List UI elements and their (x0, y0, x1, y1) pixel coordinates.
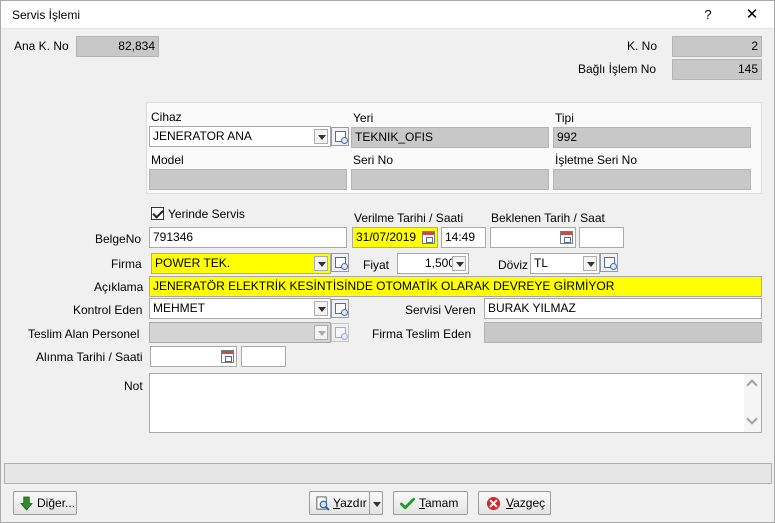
bagli-islem-no-label: Bağlı İşlem No (578, 62, 657, 76)
servisi-veren-input[interactable]: BURAK YILMAZ (484, 298, 762, 319)
k-no-field: 2 (672, 36, 762, 57)
print-preview-icon (316, 496, 330, 511)
not-label: Not (124, 379, 143, 393)
cancel-icon (486, 496, 501, 511)
scroll-up-icon[interactable] (746, 379, 758, 391)
status-bar (4, 463, 772, 484)
firma-label: Firma (111, 257, 142, 271)
verilme-date-input[interactable]: 31/07/2019 (352, 227, 438, 248)
doviz-lookup-icon[interactable] (600, 253, 618, 272)
aciklama-label: Açıklama (94, 280, 144, 294)
yazdir-button-label: Yazdır (333, 496, 367, 510)
model-label: Model (151, 153, 184, 167)
calendar-icon[interactable] (221, 350, 234, 363)
doviz-label: Döviz (498, 258, 529, 272)
teslim-alan-label: Teslim Alan Personel (28, 327, 140, 341)
seri-no-label: Seri No (353, 153, 394, 167)
alinma-time-input[interactable] (241, 346, 286, 367)
firma-teslim-eden-label: Firma Teslim Eden (372, 327, 472, 341)
cihaz-lookup-icon[interactable] (331, 127, 349, 146)
yeri-field: TEKNIK_OFIS (351, 127, 549, 148)
cihaz-combo[interactable]: JENERATOR ANA (149, 126, 331, 147)
verilme-time-input[interactable]: 14:49 (441, 227, 486, 248)
close-button[interactable]: ✕ (730, 1, 774, 29)
firma-value: POWER TEK. (155, 256, 231, 270)
fiyat-label: Fiyat (363, 258, 390, 272)
firma-dropdown-icon[interactable] (314, 256, 328, 271)
diger-button[interactable]: Diğer... (13, 491, 77, 515)
title-bar: Servis İşlemi ? ✕ (1, 1, 774, 29)
teslim-alan-dropdown-icon (314, 325, 328, 340)
arrow-down-icon (20, 496, 33, 511)
cihaz-label: Cihaz (151, 110, 182, 124)
yazdir-menu-button[interactable] (369, 491, 383, 515)
calendar-icon[interactable] (422, 231, 435, 244)
vazgec-button[interactable]: Vazgeç (478, 491, 551, 515)
belge-no-label: BelgeNo (95, 232, 142, 246)
doviz-value: TL (534, 256, 549, 270)
yazdir-button[interactable]: Yazdır (309, 491, 370, 515)
calendar-icon[interactable] (560, 231, 573, 244)
cihaz-dropdown-icon[interactable] (314, 129, 328, 144)
ana-k-no-field: 82,834 (76, 36, 159, 57)
kontrol-eden-lookup-icon[interactable] (331, 299, 349, 318)
belge-no-input[interactable]: 791346 (149, 227, 347, 248)
firma-teslim-eden-field (484, 322, 762, 343)
scroll-down-icon[interactable] (746, 413, 758, 425)
fiyat-value: 1,500 (424, 256, 455, 270)
servisi-veren-label: Servisi Veren (405, 303, 476, 317)
doviz-combo[interactable]: TL (530, 253, 600, 274)
beklenen-date-input[interactable] (490, 227, 576, 248)
firma-combo[interactable]: POWER TEK. (151, 253, 331, 274)
beklenen-time-input[interactable] (579, 227, 624, 248)
isletme-seri-no-label: İşletme Seri No (555, 153, 638, 167)
verilme-label: Verilme Tarihi / Saati (354, 211, 464, 225)
not-scrollbar[interactable] (744, 374, 761, 432)
kontrol-eden-dropdown-icon[interactable] (314, 301, 328, 316)
window-title: Servis İşlemi (12, 8, 81, 22)
fiyat-dropdown-icon[interactable] (452, 256, 466, 271)
vazgec-button-label: Vazgeç (506, 496, 546, 510)
alinma-label: Alınma Tarihi / Saati (36, 350, 143, 364)
help-button[interactable]: ? (686, 1, 730, 29)
yerinde-servis-label: Yerinde Servis (168, 207, 245, 221)
cihaz-value: JENERATOR ANA (153, 129, 252, 143)
tamam-button-label: Tamam (419, 496, 459, 510)
tamam-button[interactable]: Tamam (393, 491, 468, 515)
model-field (149, 169, 347, 190)
dialog-window: Servis İşlemi ? ✕ Ana K. No 82,834 K. No… (0, 0, 775, 523)
verilme-date-value: 31/07/2019 (356, 230, 417, 244)
checkmark-icon (400, 497, 415, 510)
chevron-down-icon (373, 502, 381, 507)
yerinde-servis-checkbox[interactable] (151, 207, 164, 220)
kontrol-eden-value: MEHMET (153, 301, 205, 315)
bagli-islem-no-field: 145 (672, 59, 762, 80)
tipi-field: 992 (553, 127, 751, 148)
firma-lookup-icon[interactable] (331, 253, 349, 272)
aciklama-input[interactable]: JENERATÖR ELEKTRİK KESİNTİSİNDE OTOMATİK… (149, 276, 762, 297)
teslim-alan-combo (149, 322, 331, 343)
k-no-label: K. No (627, 39, 658, 53)
fiyat-input[interactable]: 1,500 (397, 253, 469, 274)
kontrol-eden-combo[interactable]: MEHMET (149, 298, 331, 319)
not-textarea[interactable] (149, 373, 762, 433)
kontrol-eden-label: Kontrol Eden (73, 303, 143, 317)
doviz-dropdown-icon[interactable] (583, 256, 597, 271)
isletme-seri-no-field (553, 169, 751, 190)
diger-button-label: Diğer... (37, 496, 76, 510)
seri-no-field (351, 169, 549, 190)
beklenen-label: Beklenen Tarih / Saat (491, 211, 605, 225)
ana-k-no-label: Ana K. No (14, 39, 69, 53)
teslim-alan-lookup-icon (331, 323, 349, 342)
alinma-date-input[interactable] (150, 346, 237, 367)
tipi-label: Tipi (555, 111, 574, 125)
yeri-label: Yeri (353, 111, 374, 125)
